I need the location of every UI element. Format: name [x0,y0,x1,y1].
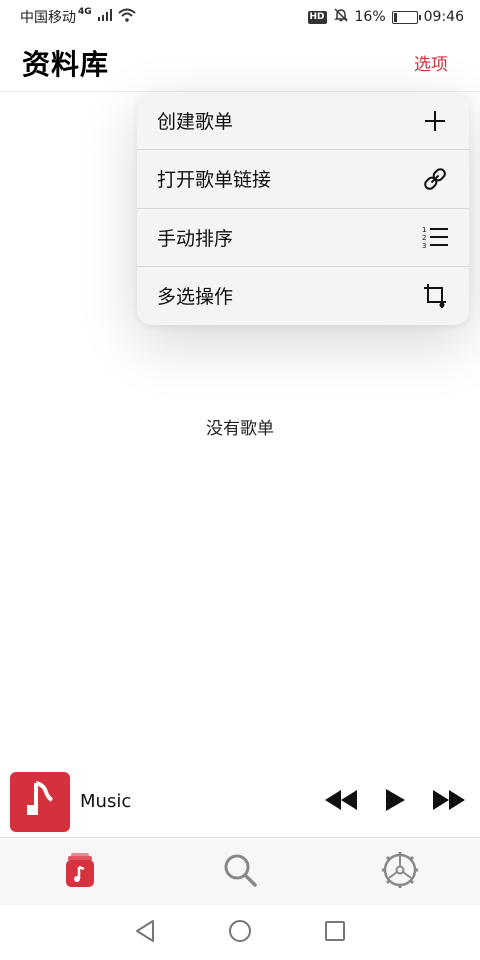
track-title: Music [80,791,132,812]
menu-item-label: 打开歌单链接 [157,169,272,192]
link-icon [421,165,449,193]
recents-icon[interactable] [324,920,346,946]
status-bar: 中国移动 4G HD 16% 09:46 [0,0,480,34]
rewind-icon[interactable] [324,789,358,814]
home-icon[interactable] [228,919,252,947]
playback-controls [324,788,466,816]
menu-item-multi-select[interactable]: 多选操作 [137,267,469,325]
menu-item-label: 创建歌单 [157,111,234,134]
tab-settings[interactable] [360,839,440,905]
battery-icon [391,10,421,24]
status-right: HD 16% 09:46 [307,7,464,27]
tab-library[interactable] [40,839,120,905]
battery-percent: 16% [354,9,386,25]
status-left: 中国移动 4G [20,7,136,27]
play-icon[interactable] [384,788,406,816]
wifi-icon [117,8,136,26]
battery-fill [393,12,398,22]
menu-item-label: 多选操作 [157,286,234,309]
menu-item-create-playlist[interactable]: 创建歌单 [137,92,469,151]
network-label: 4G [78,7,92,17]
mini-player[interactable]: Music [0,766,480,838]
svg-text:1: 1 [422,226,426,234]
plus-icon [421,107,449,135]
bell-off-icon [333,7,349,27]
library-icon [65,852,95,892]
empty-state-text: 没有歌单 [206,419,274,439]
hd-badge: HD [307,10,327,24]
settings-icon [381,851,419,893]
options-dropdown: 创建歌单 打开歌单链接 手动排序 123 多选操作 [137,92,469,325]
music-note-icon [22,780,58,824]
menu-item-label: 手动排序 [157,227,234,250]
fast-forward-icon[interactable] [432,789,466,814]
system-nav-bar [0,905,480,960]
tab-search[interactable] [200,839,280,905]
header: 资料库 选项 [0,34,480,92]
svg-text:2: 2 [422,234,426,242]
page-title: 资料库 [22,47,110,81]
carrier-label: 中国移动 [20,10,76,26]
album-artwork[interactable] [10,771,70,832]
tab-bar [0,839,480,905]
numbered-list-icon: 123 [421,223,449,251]
signal-icon [97,9,112,25]
svg-text:3: 3 [422,242,426,249]
menu-item-open-playlist-link[interactable]: 打开歌单链接 [137,150,469,209]
clock: 09:46 [423,9,464,25]
menu-item-manual-sort[interactable]: 手动排序 123 [137,209,469,267]
options-button[interactable]: 选项 [414,50,448,75]
search-icon [223,853,257,891]
crop-icon [421,282,449,310]
back-icon[interactable] [134,919,156,947]
